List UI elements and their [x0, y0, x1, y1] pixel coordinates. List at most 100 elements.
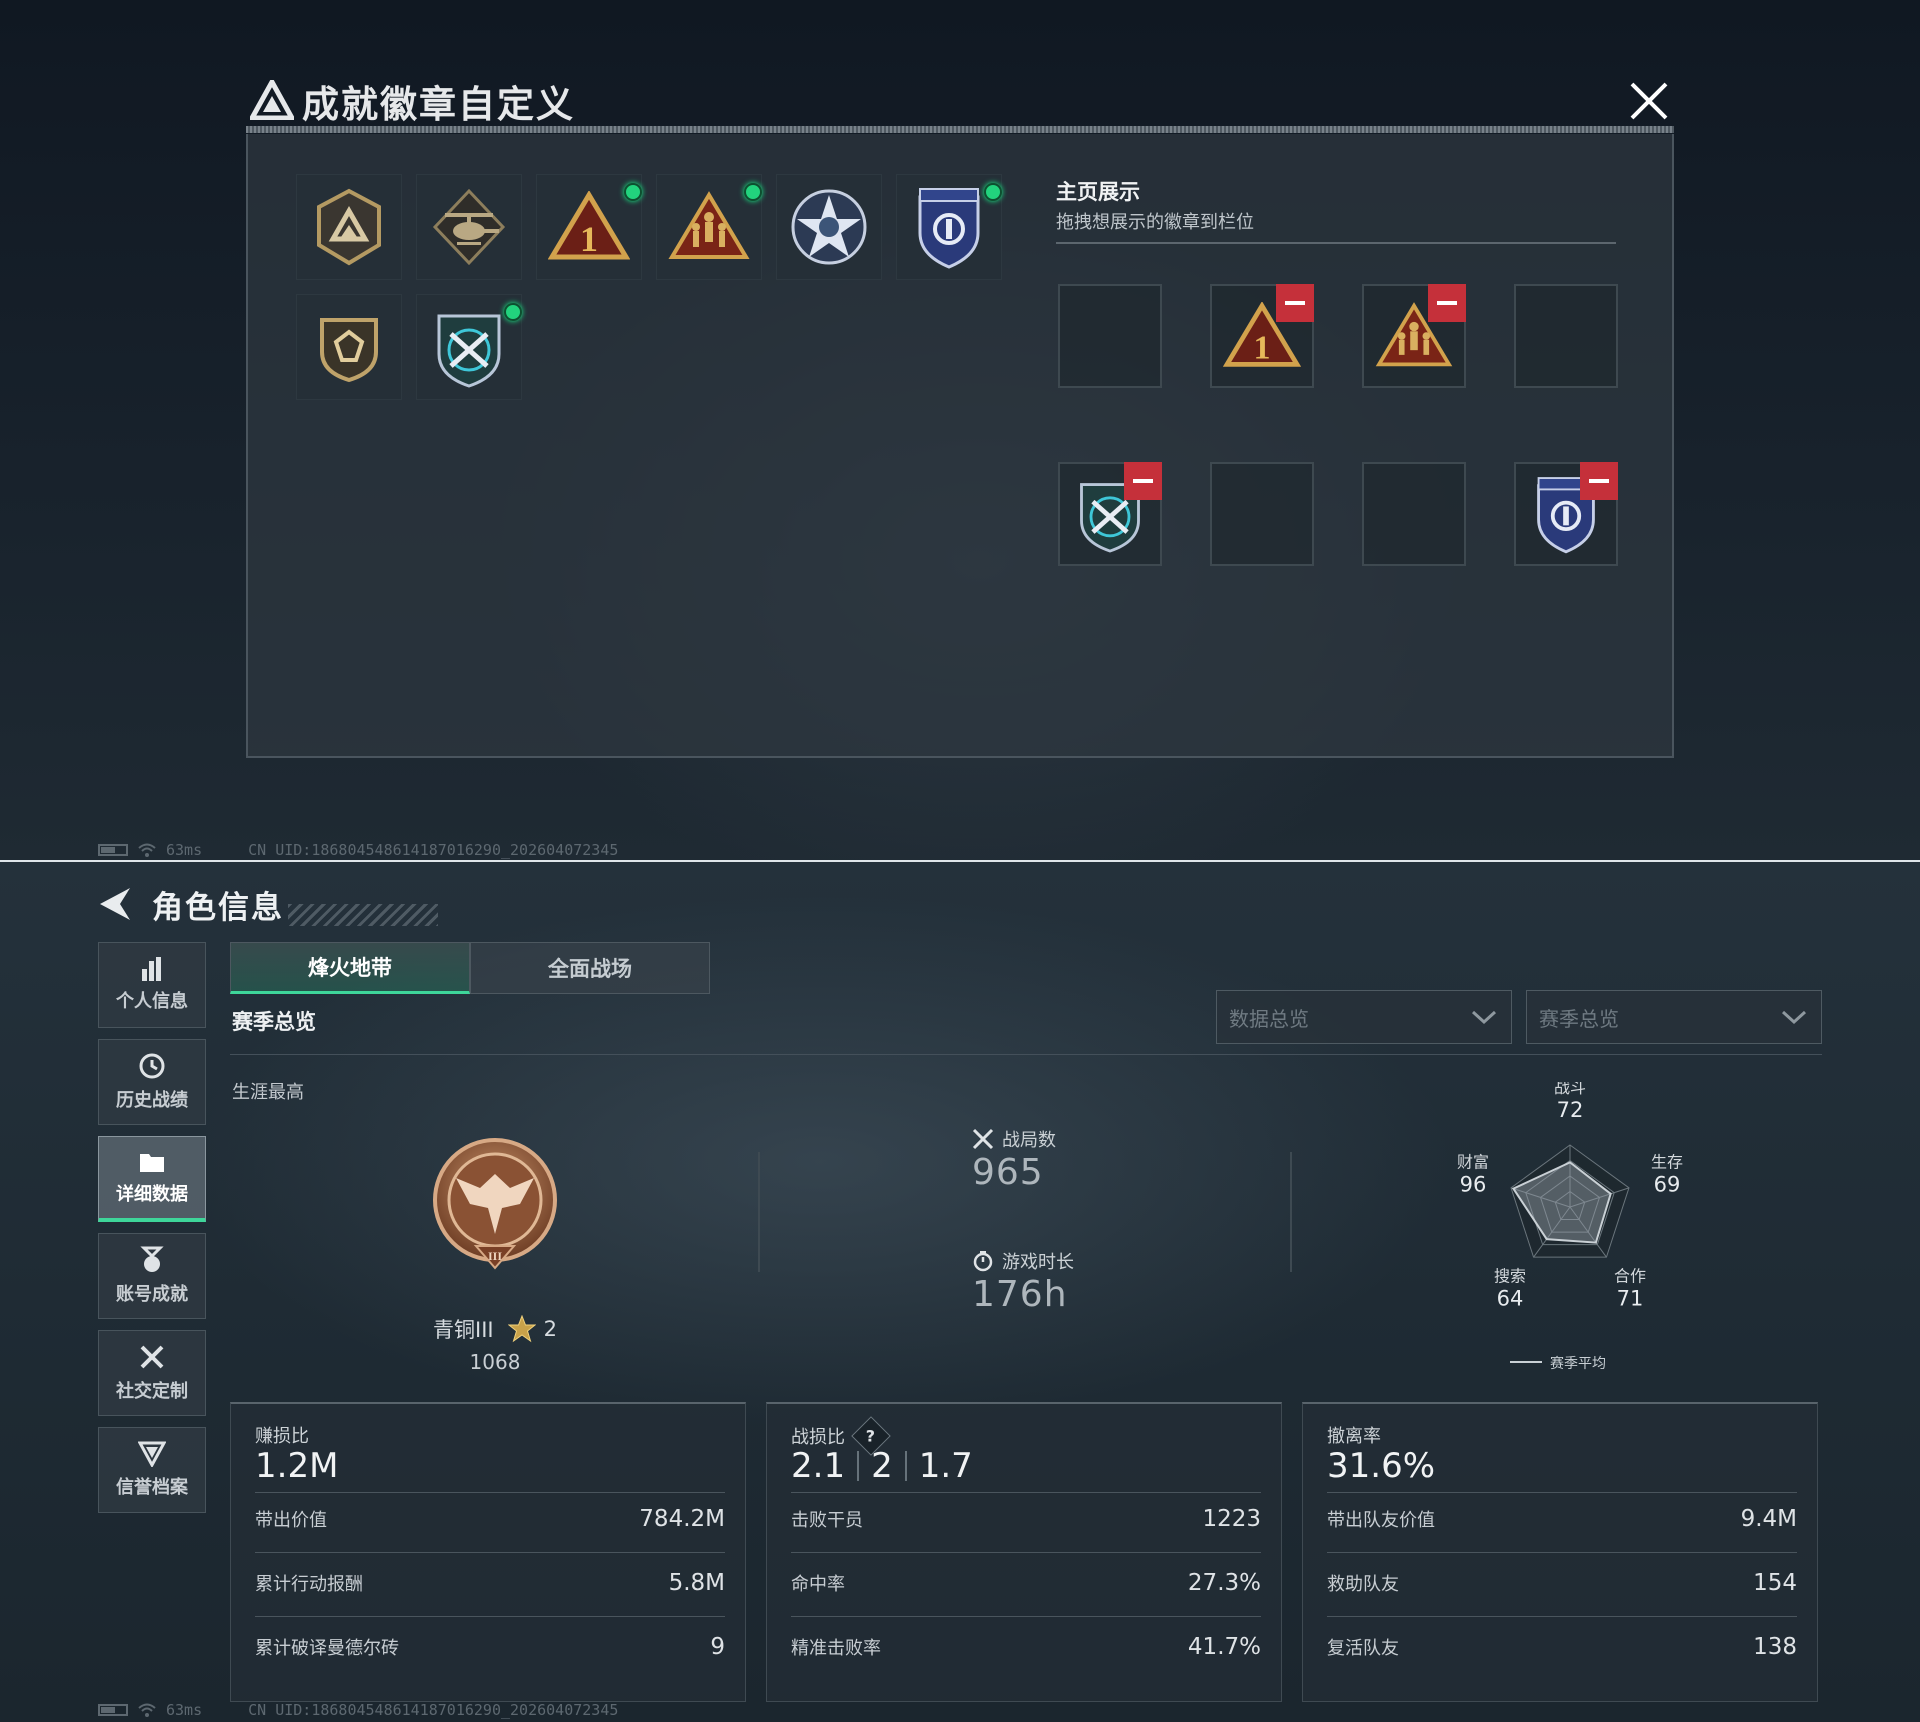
display-slot-empty[interactable]	[1514, 284, 1618, 388]
card-divider	[1327, 1552, 1797, 1553]
row-label: 累计行动报酬	[255, 1574, 363, 1595]
profit-loss-card: 赚损比 1.2M 带出价值 784.2M 累计行动报酬 5.8M 累计破译曼德尔砖 9	[230, 1402, 746, 1702]
star-emblem-badge-icon	[791, 189, 867, 265]
rank-stars: 2	[543, 1317, 557, 1341]
card-divider	[791, 1616, 1261, 1617]
star-icon	[507, 1315, 536, 1343]
remove-badge-button[interactable]	[1580, 462, 1618, 500]
row-value: 9	[710, 1634, 725, 1660]
remove-badge-button[interactable]	[1276, 284, 1314, 322]
card-label-text: 撤离率	[1327, 1426, 1381, 1447]
page-title: 角色信息	[152, 890, 284, 926]
radar-axis-value: 71	[1617, 1287, 1644, 1311]
radar-legend-label: 赛季平均	[1550, 1356, 1606, 1372]
radar-axis-value: 64	[1497, 1287, 1524, 1311]
vertical-separator	[758, 1152, 760, 1272]
dropdown-value: 数据总览	[1229, 1006, 1309, 1031]
rank-info: 青铜III 2	[380, 1314, 610, 1344]
card-value: 2.1 2 1.7	[791, 1446, 973, 1486]
playtime-label-text: 游戏时长	[1002, 1252, 1074, 1273]
card-value: 1.2M	[255, 1446, 338, 1486]
stopwatch-icon	[973, 1251, 993, 1272]
display-slot-empty[interactable]	[1362, 462, 1466, 566]
matches-label: 战局数	[972, 1126, 1056, 1152]
card-value: 31.6%	[1327, 1446, 1435, 1486]
radar-axis-value: 69	[1654, 1172, 1681, 1196]
title-hatch-decoration	[288, 904, 438, 926]
card-row: 击败干员 1223	[791, 1504, 1261, 1534]
row-label: 带出队友价值	[1327, 1510, 1435, 1531]
display-slot-empty[interactable]	[1210, 462, 1314, 566]
nav-item-detailed-data[interactable]: 详细数据	[98, 1136, 206, 1222]
nav-item-social-customize[interactable]: 社交定制	[98, 1330, 206, 1416]
badge-slot[interactable]	[416, 174, 522, 280]
playtime-value: 176h	[972, 1274, 1068, 1315]
radar-axis-value: 72	[1557, 1098, 1584, 1122]
dialog-title: 成就徽章自定义	[302, 83, 575, 126]
helicopter-badge-icon	[432, 188, 506, 266]
row-value: 1223	[1202, 1506, 1261, 1532]
nav-label: 个人信息	[116, 991, 188, 1012]
remove-badge-button[interactable]	[1428, 284, 1466, 322]
wifi-icon	[138, 843, 156, 857]
delta-logo-icon	[250, 80, 294, 120]
nav-item-account-achievements[interactable]: 账号成就	[98, 1233, 206, 1319]
row-value: 5.8M	[668, 1570, 725, 1596]
badge-slot[interactable]: 1	[536, 174, 642, 280]
radar-axis-value: 96	[1460, 1172, 1487, 1196]
season-overview-dropdown[interactable]: 赛季总览	[1526, 990, 1822, 1044]
uid-text: CN UID:18680454861418701629​0_2026040723…	[248, 1701, 619, 1719]
battery-icon	[98, 844, 128, 856]
vertical-separator	[1290, 1152, 1292, 1272]
crossed-weapons-shield-badge-icon	[437, 314, 501, 388]
data-overview-dropdown[interactable]: 数据总览	[1216, 990, 1512, 1044]
bar-chart-icon	[142, 957, 161, 981]
badge-slot[interactable]	[416, 294, 522, 400]
badge-dialog-panel: 1 主页展示 拖拽想展示的徽章到栏位 1	[246, 134, 1674, 758]
matches-value: 965	[972, 1152, 1044, 1193]
card-value-0: 31.6%	[1327, 1446, 1436, 1486]
display-slot-empty[interactable]	[1058, 284, 1162, 388]
nav-item-reputation[interactable]: 信誉档案	[98, 1427, 206, 1513]
svg-text:1: 1	[1254, 330, 1271, 367]
blue-shield-badge-icon	[918, 188, 980, 269]
card-row: 带出队友价值 9.4M	[1327, 1504, 1797, 1534]
card-value-1: 2	[871, 1446, 893, 1486]
bronze-rank-emblem-icon: III	[433, 1138, 557, 1270]
back-arrow-icon[interactable]	[98, 886, 132, 922]
matches-label-text: 战局数	[1002, 1130, 1056, 1151]
nav-item-match-history[interactable]: 历史战绩	[98, 1039, 206, 1125]
value-separator	[904, 1451, 907, 1481]
card-divider	[255, 1616, 725, 1617]
tab-hazard-zone[interactable]: 烽火地带	[230, 942, 470, 994]
homepage-divider	[1056, 242, 1616, 244]
card-label: 赚损比	[255, 1422, 309, 1448]
card-row: 复活队友 138	[1327, 1632, 1797, 1662]
card-row: 精准击败率 41.7%	[791, 1632, 1261, 1662]
badge-slot[interactable]	[296, 294, 402, 400]
card-value-0: 1.2M	[255, 1446, 339, 1486]
header-divider	[230, 1054, 1822, 1055]
nav-item-personal-info[interactable]: 个人信息	[98, 942, 206, 1028]
display-slot[interactable]: 1	[1210, 284, 1314, 388]
nav-label: 历史战绩	[116, 1090, 188, 1111]
display-slot[interactable]	[1362, 284, 1466, 388]
new-indicator	[984, 183, 1002, 201]
badge-slot[interactable]	[656, 174, 762, 280]
display-slot[interactable]	[1514, 462, 1618, 566]
dialog-header: 成就徽章自定义	[246, 70, 1674, 132]
radar-axis-label: 搜索	[1494, 1267, 1526, 1286]
badge-slot[interactable]	[896, 174, 1002, 280]
row-value: 138	[1753, 1634, 1797, 1660]
rank-score: 1068	[469, 1350, 521, 1374]
close-icon[interactable]	[1624, 76, 1674, 126]
tab-full-battlefield[interactable]: 全面战场	[470, 942, 710, 994]
display-slot[interactable]	[1058, 462, 1162, 566]
remove-badge-button[interactable]	[1124, 462, 1162, 500]
card-divider	[1327, 1492, 1797, 1493]
svg-text:III: III	[488, 1249, 502, 1263]
chevron-down-icon	[1781, 1010, 1807, 1025]
badge-slot[interactable]	[296, 174, 402, 280]
badge-slot[interactable]	[776, 174, 882, 280]
delta-shield-badge-icon	[317, 188, 381, 266]
